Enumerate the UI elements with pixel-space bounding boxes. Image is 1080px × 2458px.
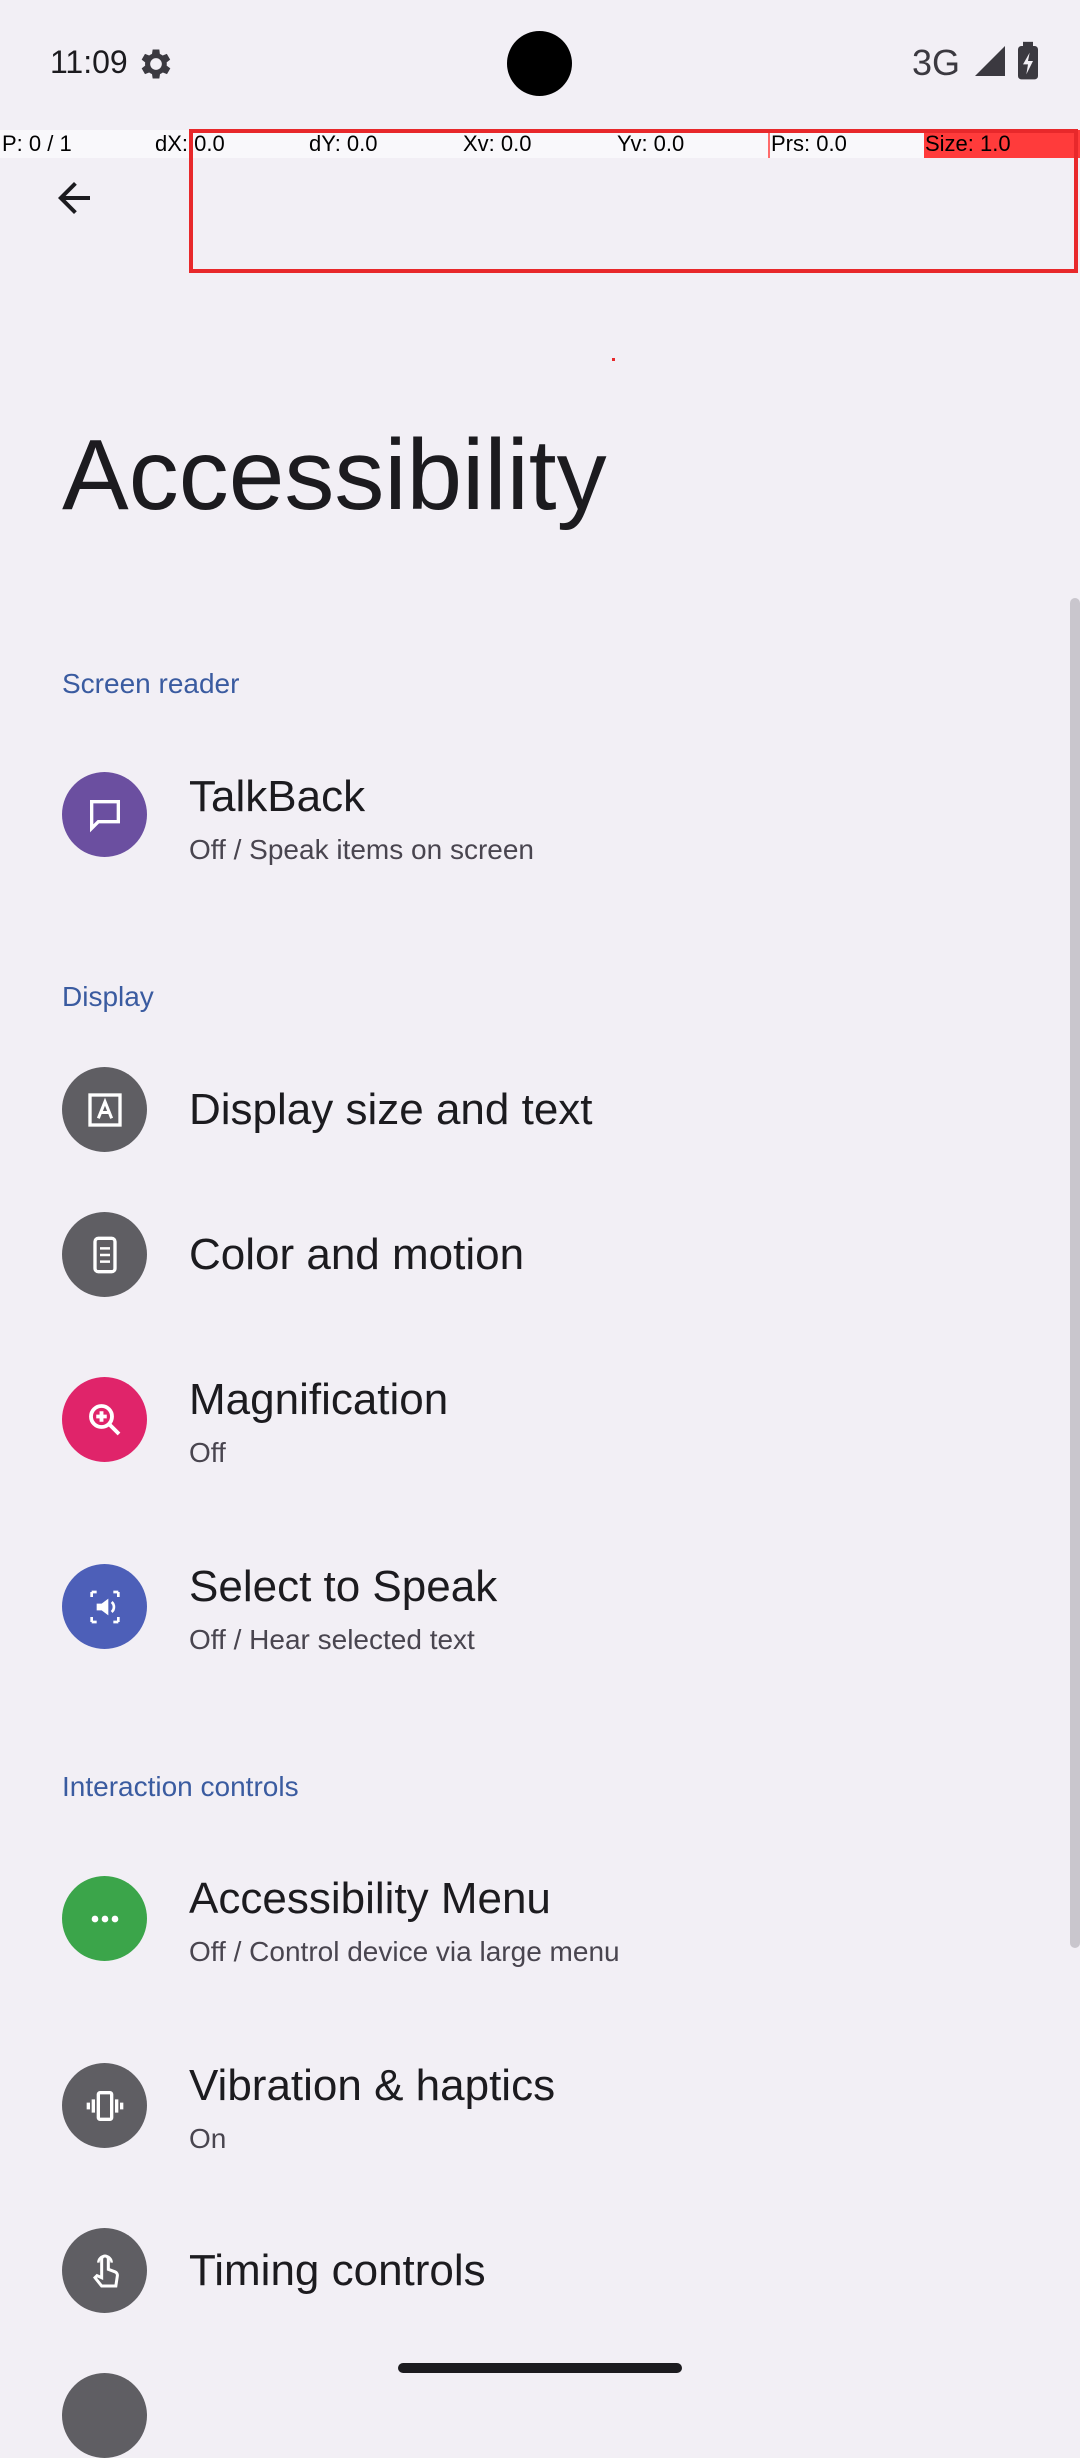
select-to-speak-item[interactable]: Select to Speak Off / Hear selected text [0, 1532, 1060, 1682]
select-to-speak-summary: Off / Hear selected text [189, 1624, 475, 1655]
color-motion-title: Color and motion [189, 1230, 525, 1279]
phone-display-icon [62, 1212, 147, 1297]
accessibility-menu-title: Accessibility Menu [189, 1874, 551, 1923]
next-item-icon[interactable] [62, 2373, 147, 2458]
magnify-icon [62, 1377, 147, 1462]
page-title: Accessibility [62, 419, 607, 531]
select-to-speak-title: Select to Speak [189, 1562, 498, 1611]
talkback-icon [62, 772, 147, 857]
scrollbar[interactable] [1070, 598, 1080, 1948]
pointer-count: P: 0 / 1 [2, 131, 72, 156]
navigation-handle[interactable] [398, 2363, 682, 2373]
text-format-icon [62, 1067, 147, 1152]
display-size-item[interactable]: Display size and text [0, 1035, 1060, 1185]
accessibility-menu-summary: Off / Control device via large menu [189, 1936, 620, 1967]
status-bar: 11:09 3G [0, 0, 1080, 128]
vibration-icon [62, 2063, 147, 2148]
battery-icon [1016, 41, 1040, 86]
vibration-haptics-summary: On [189, 2123, 227, 2154]
camera-cutout [507, 31, 572, 96]
network-type: 3G [911, 42, 960, 83]
vibration-haptics-title: Vibration & haptics [189, 2061, 556, 2110]
pointer-trace-box [189, 129, 1078, 273]
color-motion-item[interactable]: Color and motion [0, 1180, 1060, 1330]
section-header-display: Display [62, 981, 154, 1012]
talkback-title: TalkBack [189, 772, 366, 821]
timing-controls-item[interactable]: Timing controls [0, 2196, 1060, 2346]
status-time: 11:09 [50, 44, 128, 80]
magnification-summary: Off [189, 1437, 226, 1468]
magnification-item[interactable]: Magnification Off [0, 1345, 1060, 1495]
select-to-speak-icon [62, 1564, 147, 1649]
settings-gear-icon [136, 44, 176, 84]
display-size-title: Display size and text [189, 1085, 593, 1134]
more-horiz-icon [62, 1876, 147, 1961]
magnification-title: Magnification [189, 1375, 449, 1424]
signal-icon [972, 43, 1008, 84]
pointer-trace-dot [612, 358, 615, 361]
vibration-haptics-item[interactable]: Vibration & haptics On [0, 2031, 1060, 2181]
timing-controls-title: Timing controls [189, 2246, 486, 2295]
back-button[interactable] [44, 170, 104, 230]
section-header-interaction-controls: Interaction controls [62, 1771, 299, 1802]
accessibility-menu-item[interactable]: Accessibility Menu Off / Control device … [0, 1844, 1060, 1994]
talkback-item[interactable]: TalkBack Off / Speak items on screen [0, 740, 1060, 890]
section-header-screen-reader: Screen reader [62, 668, 240, 699]
arrow-back-icon [50, 174, 98, 227]
touch-app-icon [62, 2228, 147, 2313]
talkback-summary: Off / Speak items on screen [189, 834, 534, 865]
